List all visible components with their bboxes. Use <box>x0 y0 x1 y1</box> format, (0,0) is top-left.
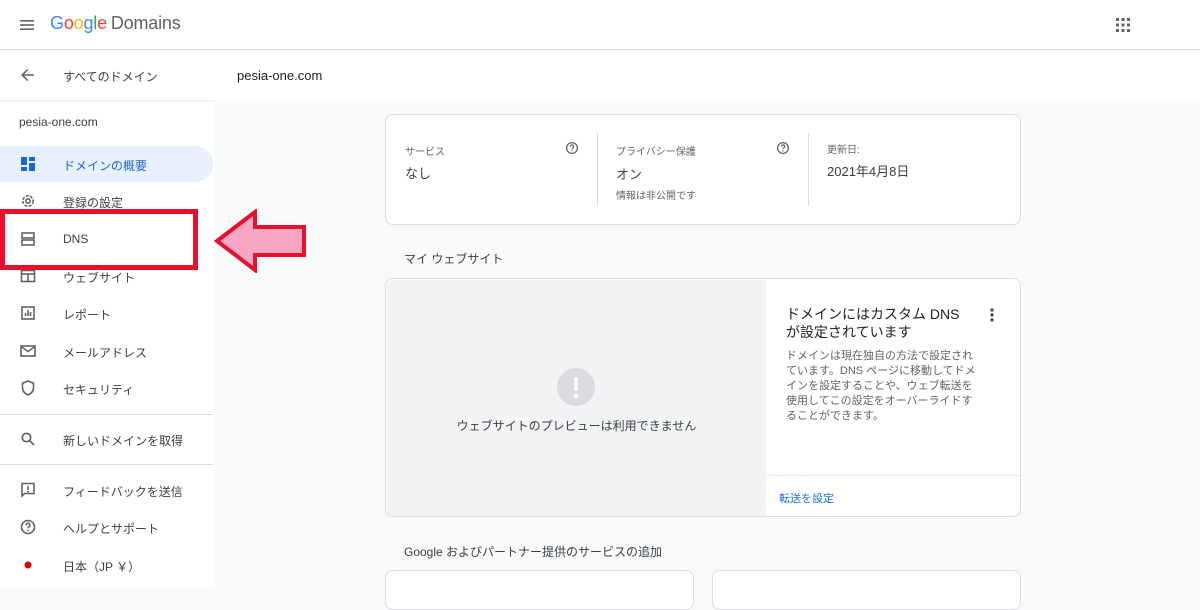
website-card: ウェブサイトのプレビューは利用できません ドメインにはカスタム DNS が設定さ… <box>385 278 1021 517</box>
sidebar-divider <box>0 414 213 415</box>
sidebar: すべてのドメイン pesia-one.com ドメインの概要 登録の設定 DNS… <box>0 51 215 588</box>
report-icon <box>19 304 37 322</box>
logo-letter: o <box>73 13 84 33</box>
top-app-bar: Google Domains <box>0 0 1200 50</box>
partner-card[interactable] <box>712 570 1021 610</box>
sidebar-item-label: 新しいドメインを取得 <box>63 434 184 448</box>
sidebar-item-help[interactable]: ヘルプとサポート <box>0 509 213 545</box>
feedback-icon <box>19 481 37 499</box>
service-value: なし <box>405 166 432 181</box>
sidebar-item-overview[interactable]: ドメインの概要 <box>0 146 213 182</box>
back-to-all-domains[interactable]: すべてのドメイン <box>0 51 215 101</box>
back-label: すべてのドメイン <box>63 70 158 84</box>
privacy-label: プライバシー保護 <box>616 147 696 158</box>
sidebar-item-label: ドメインの概要 <box>63 159 148 173</box>
more-vert-icon[interactable] <box>986 307 998 323</box>
sidebar-item-reports[interactable]: レポート <box>0 295 213 331</box>
section-title-partners: Google およびパートナー提供のサービスの追加 <box>404 545 663 559</box>
custom-dns-title: ドメインにはカスタム DNS が設定されています <box>786 306 960 340</box>
google-domains-logo[interactable]: Google Domains <box>50 13 181 34</box>
dashboard-icon <box>19 155 37 173</box>
gear-icon <box>19 192 37 210</box>
partner-card[interactable] <box>385 570 694 610</box>
sidebar-divider <box>0 464 213 465</box>
current-domain-label: pesia-one.com <box>19 115 98 129</box>
sidebar-item-label: ヘルプとサポート <box>63 522 160 536</box>
search-icon <box>19 430 37 448</box>
divider <box>767 475 1020 476</box>
sidebar-item-get-new-domain[interactable]: 新しいドメインを取得 <box>0 421 213 457</box>
japan-flag-icon <box>19 556 37 574</box>
logo-letter: e <box>97 13 107 33</box>
setup-forwarding-link[interactable]: 転送を設定 <box>779 490 834 506</box>
logo-letter: o <box>63 13 74 33</box>
sidebar-item-label: メールアドレス <box>63 346 148 360</box>
custom-dns-description: ドメインは現在独自の方法で設定されています。DNS ページに移動してドメインを設… <box>786 350 976 422</box>
updated-label: 更新日: <box>827 145 860 156</box>
sidebar-item-region[interactable]: 日本（JP ￥） <box>0 547 213 583</box>
website-preview: ウェブサイトのプレビューは利用できません <box>387 280 766 516</box>
divider <box>597 133 598 206</box>
updated-value: 2021年4月8日 <box>827 164 910 179</box>
arrow-back-icon <box>19 66 37 89</box>
shield-icon <box>19 379 37 397</box>
page-title: pesia-one.com <box>237 68 323 83</box>
alert-icon <box>557 368 595 411</box>
sidebar-item-label: ウェブサイト <box>63 271 136 285</box>
email-icon <box>19 342 37 360</box>
privacy-subtext: 情報は非公開です <box>616 191 696 202</box>
sidebar-item-label: レポート <box>63 308 112 322</box>
section-title-my-website: マイ ウェブサイト <box>404 252 504 266</box>
help-icon <box>19 518 37 536</box>
hamburger-menu-icon[interactable] <box>18 15 38 35</box>
apps-grid-icon[interactable] <box>1114 16 1132 34</box>
main-header: pesia-one.com <box>215 51 1200 101</box>
domain-summary-card: サービス なし プライバシー保護 オン 情報は非公開です 更新日: 2021年4… <box>385 114 1021 225</box>
highlight-box <box>0 209 198 270</box>
privacy-value: オン <box>616 167 643 182</box>
help-icon[interactable] <box>776 141 790 155</box>
pointer-arrow-icon <box>214 209 306 273</box>
sidebar-item-label: フィードバックを送信 <box>63 485 183 499</box>
sidebar-item-feedback[interactable]: フィードバックを送信 <box>0 472 213 508</box>
product-name: Domains <box>110 13 181 33</box>
divider <box>808 133 809 206</box>
sidebar-item-security[interactable]: セキュリティ <box>0 370 213 406</box>
sidebar-item-label: セキュリティ <box>63 383 135 397</box>
help-icon[interactable] <box>565 141 579 155</box>
sidebar-item-email[interactable]: メールアドレス <box>0 333 213 369</box>
sidebar-item-label: 日本（JP ￥） <box>63 560 141 574</box>
service-label: サービス <box>405 147 445 158</box>
preview-unavailable-text: ウェブサイトのプレビューは利用できません <box>456 419 697 433</box>
logo-letter: g <box>83 13 94 33</box>
logo-letter: G <box>50 13 64 33</box>
